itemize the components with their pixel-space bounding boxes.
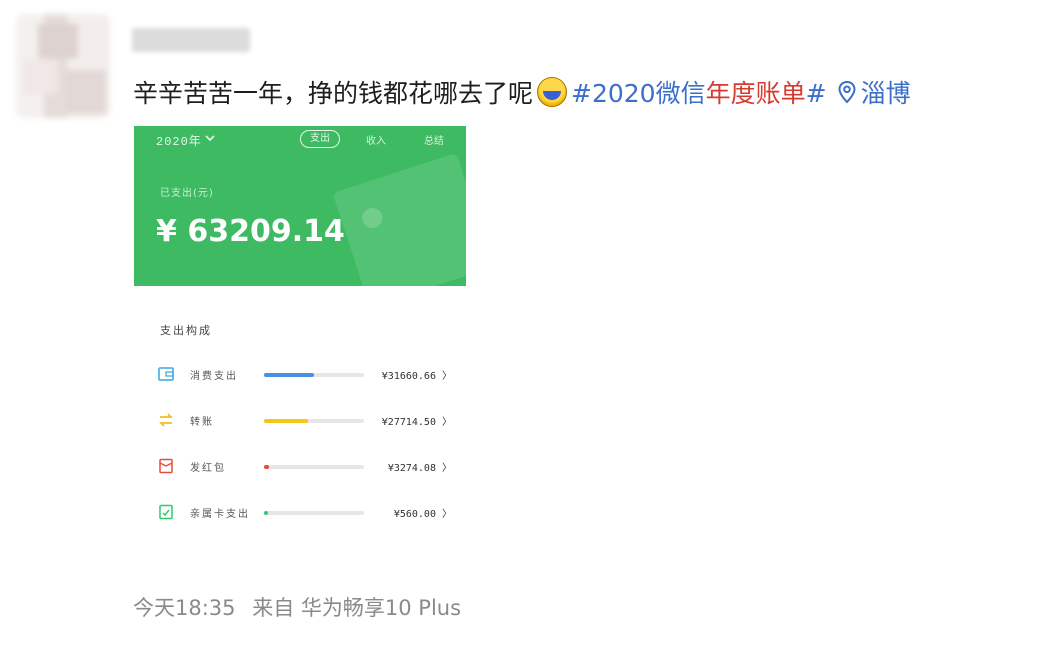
expense-row: 消费支出 ¥31660.66 〉	[134, 364, 466, 388]
user-avatar[interactable]	[16, 14, 110, 118]
row-value: ¥3274.08 〉	[387, 463, 452, 474]
row-label: 转账	[190, 417, 214, 428]
bill-header: 2020年 支出 收入 总结 已支出(元) ¥ 63209.14	[134, 126, 466, 286]
row-value: ¥560.00 〉	[393, 509, 452, 520]
wallet-icon	[158, 367, 174, 381]
post-time: 今天18:35	[133, 596, 236, 620]
hashtag-link[interactable]: #2020微信年度账单#	[571, 74, 827, 110]
progress-fill	[264, 419, 308, 423]
row-value: ¥27714.50 〉	[381, 417, 452, 428]
row-label: 发红包	[190, 463, 226, 474]
embedded-bill-screenshot[interactable]: 2020年 支出 收入 总结 已支出(元) ¥ 63209.14 支出构成 消费…	[134, 126, 466, 546]
tab-summary: 总结	[424, 136, 444, 147]
expense-row: 亲属卡支出 ¥560.00 〉	[134, 502, 466, 526]
location-label: 淄博	[860, 79, 911, 108]
hashtag-part1: #2020微信	[571, 79, 706, 108]
expense-total: ¥ 63209.14	[156, 214, 345, 249]
post-body-text: 辛辛苦苦一年，挣的钱都花哪去了呢	[133, 79, 534, 108]
transfer-icon	[159, 413, 173, 427]
progress-track	[264, 419, 364, 423]
location-pin-icon	[838, 80, 856, 104]
hashtag-part2: 年度账单	[705, 79, 806, 108]
red-packet-icon	[159, 458, 173, 474]
progress-track	[264, 373, 364, 377]
weibo-post: 辛辛苦苦一年，挣的钱都花哪去了呢 #2020微信年度账单# 淄博 2020年 支…	[0, 0, 1056, 658]
row-label: 消费支出	[190, 371, 238, 382]
hashtag-end: #	[805, 79, 827, 108]
progress-fill	[264, 465, 269, 469]
post-text-line: 辛辛苦苦一年，挣的钱都花哪去了呢 #2020微信年度账单# 淄博	[133, 74, 911, 110]
expense-row: 转账 ¥27714.50 〉	[134, 410, 466, 434]
location-link[interactable]: 淄博	[837, 74, 911, 110]
tab-income: 收入	[366, 136, 386, 147]
crying-laughing-emoji-icon	[537, 77, 568, 107]
post-meta: 今天18:35 来自 华为畅享10 Plus	[133, 592, 471, 622]
section-title: 支出构成	[160, 324, 212, 337]
row-value: ¥31660.66 〉	[381, 371, 452, 382]
username-blurred[interactable]	[132, 28, 250, 52]
year-selector: 2020年	[156, 135, 202, 149]
progress-track	[264, 465, 364, 469]
progress-track	[264, 511, 364, 515]
chevron-down-icon	[205, 135, 215, 142]
decor-card	[332, 152, 466, 286]
expense-row: 发红包 ¥3274.08 〉	[134, 456, 466, 480]
progress-fill	[264, 511, 268, 515]
expense-caption: 已支出(元)	[160, 188, 214, 199]
progress-fill	[264, 373, 314, 377]
family-card-icon	[159, 504, 173, 520]
tab-expense: 支出	[300, 130, 340, 148]
row-label: 亲属卡支出	[190, 509, 250, 520]
post-source[interactable]: 来自 华为畅享10 Plus	[252, 596, 461, 620]
